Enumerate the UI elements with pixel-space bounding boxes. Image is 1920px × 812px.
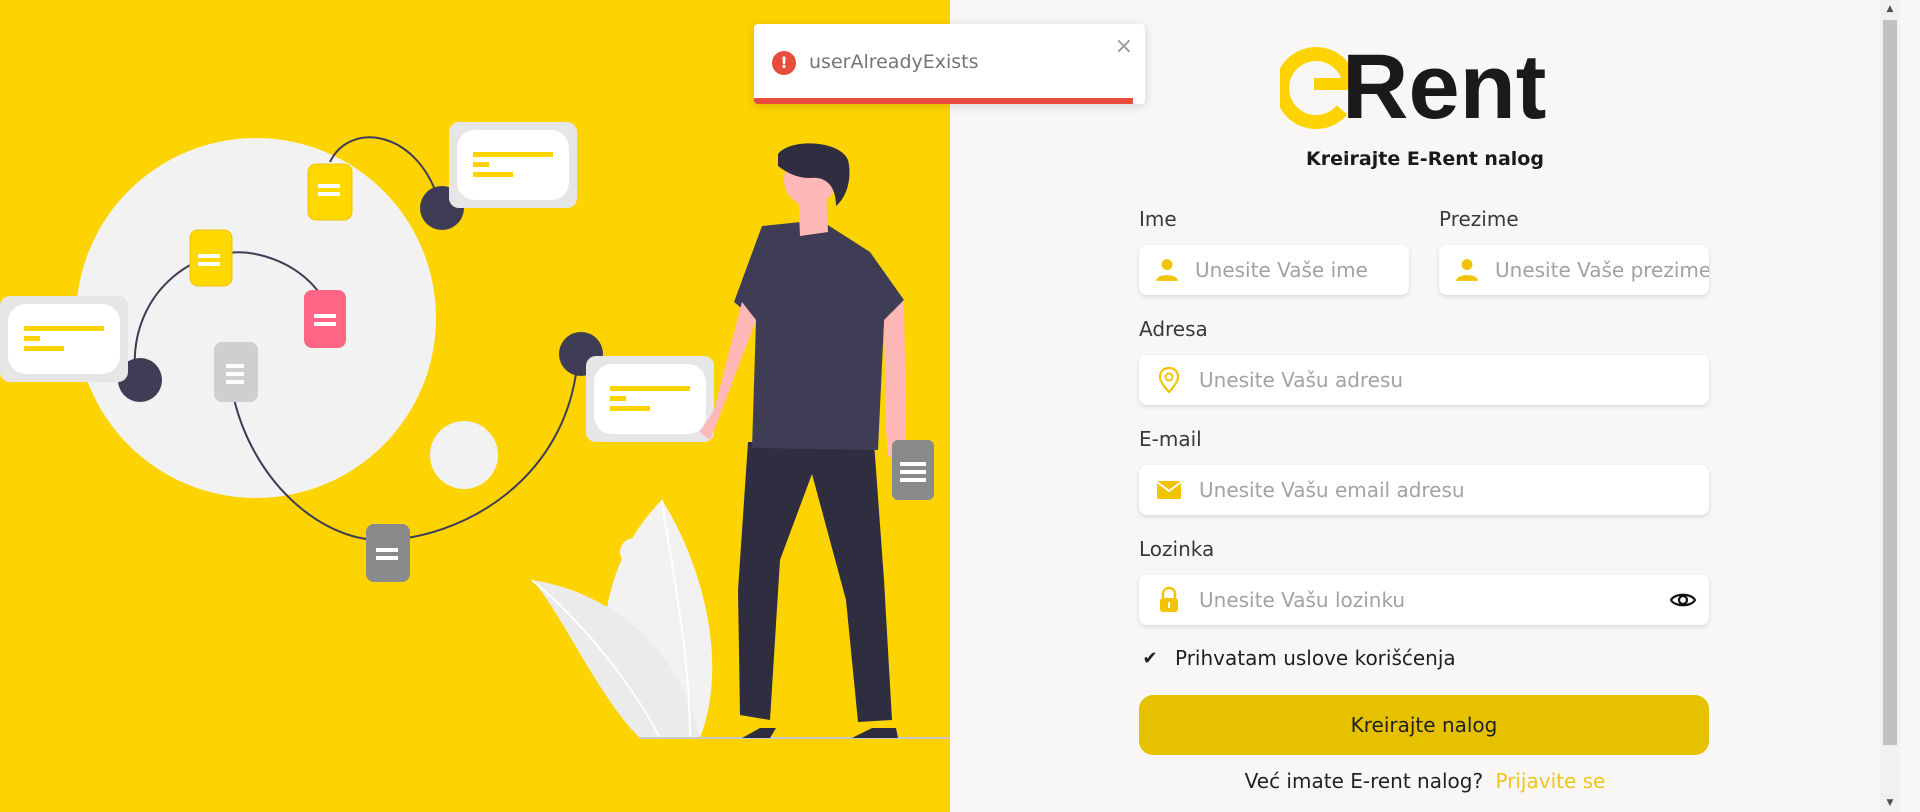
address-field[interactable] xyxy=(1139,355,1709,405)
scroll-down-arrow[interactable]: ▼ xyxy=(1880,794,1900,812)
toast-message: userAlreadyExists xyxy=(809,51,979,73)
lock-icon xyxy=(1139,575,1199,625)
last-name-field[interactable] xyxy=(1439,245,1709,295)
last-name-input[interactable] xyxy=(1495,245,1709,295)
email-label: E-mail xyxy=(1139,427,1202,451)
map-pin-icon xyxy=(1139,355,1199,405)
toast-progress-bar xyxy=(754,98,1134,104)
scroll-up-arrow[interactable]: ▲ xyxy=(1880,0,1900,18)
checkmark-icon: ✔ xyxy=(1142,647,1158,669)
scrollbar[interactable]: ▲ ▼ xyxy=(1880,0,1900,812)
address-label: Adresa xyxy=(1139,317,1208,341)
envelope-icon xyxy=(1139,465,1199,515)
first-name-label: Ime xyxy=(1139,207,1177,231)
password-field[interactable] xyxy=(1139,575,1709,625)
create-account-button[interactable]: Kreirajte nalog xyxy=(1139,695,1709,755)
form-subtitle: Kreirajte E-Rent nalog xyxy=(1306,148,1544,170)
user-icon xyxy=(1139,245,1195,295)
first-name-field[interactable] xyxy=(1139,245,1409,295)
first-name-input[interactable] xyxy=(1195,245,1409,295)
error-toast: ! userAlreadyExists × xyxy=(754,24,1145,104)
scrollbar-thumb[interactable] xyxy=(1883,20,1897,745)
terms-label: Prihvatam uslove korišćenja xyxy=(1175,646,1456,670)
login-prompt-text: Već imate E-rent nalog? xyxy=(1244,769,1484,793)
login-link[interactable]: Prijavite se xyxy=(1495,769,1605,793)
address-input[interactable] xyxy=(1199,355,1709,405)
password-input[interactable] xyxy=(1199,575,1657,625)
password-label: Lozinka xyxy=(1139,537,1215,561)
illustration-panel xyxy=(0,0,950,812)
error-icon: ! xyxy=(772,51,796,75)
erent-logo: Rent xyxy=(1280,36,1546,136)
last-name-label: Prezime xyxy=(1439,207,1519,231)
email-input[interactable] xyxy=(1199,465,1709,515)
terms-checkbox[interactable]: ✔ Prihvatam uslove korišćenja xyxy=(1139,646,1456,670)
logo-wordmark: Rent xyxy=(1342,36,1546,136)
close-icon[interactable]: × xyxy=(1115,34,1133,59)
login-prompt: Već imate E-rent nalog? Prijavite se xyxy=(950,769,1900,793)
registration-panel: Rent Kreirajte E-Rent nalog Ime Prezime … xyxy=(950,0,1900,812)
user-icon xyxy=(1439,245,1495,295)
email-field[interactable] xyxy=(1139,465,1709,515)
person-with-documents-illustration xyxy=(0,122,950,739)
eye-icon[interactable] xyxy=(1657,575,1709,625)
